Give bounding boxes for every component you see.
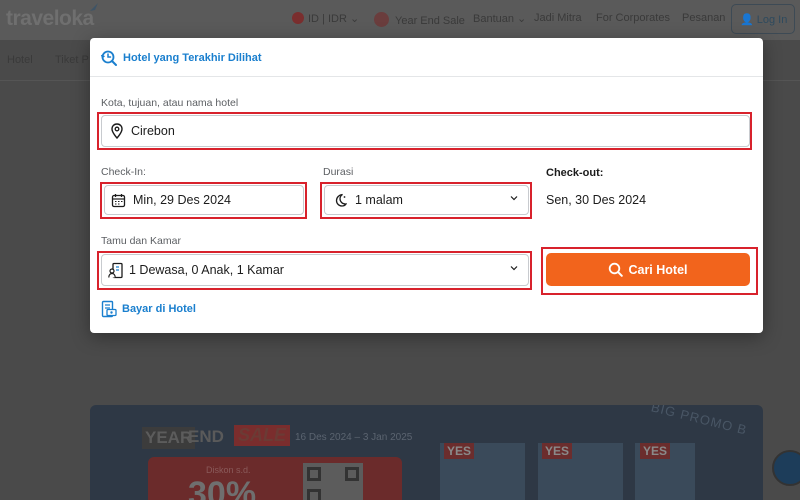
guests-label: Tamu dan Kamar	[101, 235, 181, 247]
help-menu[interactable]: Bantuan ⌄	[473, 12, 526, 25]
guests-rooms-selector[interactable]: 1 Dewasa, 0 Anak, 1 Kamar	[101, 254, 529, 286]
yes-badge: YES	[444, 443, 475, 459]
duration-value: 1 malam	[355, 193, 403, 207]
location-pin-icon	[111, 123, 123, 139]
yes-badge: YES	[542, 443, 573, 459]
subnav-flights[interactable]: Tiket P	[55, 54, 89, 66]
banner-end-text: END	[188, 427, 224, 446]
chevron-down-icon	[510, 266, 518, 271]
duration-label: Durasi	[323, 166, 354, 178]
modal-header-divider	[90, 76, 763, 77]
year-end-sale-banner[interactable]: YEAR END SALE 16 Des 2024 – 3 Jan 2025 D…	[90, 405, 763, 500]
check-out-value: Sen, 30 Des 2024	[546, 193, 647, 207]
duration-select[interactable]: 1 malam	[324, 185, 529, 215]
login-button[interactable]: 👤 Log In	[731, 4, 795, 34]
traveloka-logo[interactable]: traveloka	[6, 7, 94, 31]
currency-selector[interactable]: ID | IDR ⌄	[292, 12, 359, 25]
sale-badge-icon	[374, 12, 389, 27]
guests-rooms-value: 1 Dewasa, 0 Anak, 1 Kamar	[129, 263, 284, 277]
check-out-label: Check-out:	[546, 167, 604, 179]
history-search-icon	[100, 50, 117, 66]
yes-badge: YES	[640, 443, 671, 459]
guests-rooms-icon	[108, 262, 123, 278]
banner-discount-label: Diskon s.d.	[206, 465, 251, 475]
top-header: traveloka ID | IDR ⌄ Year End Sale Bantu…	[0, 0, 800, 40]
qr-code-icon	[303, 463, 363, 500]
search-hotel-label: Cari Hotel	[628, 262, 688, 277]
corporates-link[interactable]: For Corporates	[596, 12, 670, 24]
banner-discount-value: 30%	[188, 475, 257, 500]
recent-hotels-label: Hotel yang Terakhir Dilihat	[123, 52, 262, 64]
check-in-label: Check-In:	[101, 166, 146, 178]
logo-bird-icon	[90, 3, 98, 11]
recent-hotels-link[interactable]: Hotel yang Terakhir Dilihat	[100, 48, 262, 68]
destination-value: Cirebon	[131, 124, 175, 138]
pay-at-hotel-label: Bayar di Hotel	[122, 303, 196, 315]
banner-discount-card	[148, 457, 402, 500]
calendar-icon	[111, 193, 126, 207]
check-in-date-picker[interactable]: Min, 29 Des 2024	[104, 185, 304, 215]
chevron-down-icon	[510, 196, 518, 201]
indonesia-flag-icon	[292, 12, 304, 24]
banner-sale-text: SALE	[234, 425, 291, 446]
moon-icon	[335, 193, 347, 207]
chat-support-icon[interactable]	[772, 450, 800, 486]
year-end-sale-link[interactable]: Year End Sale	[374, 12, 465, 27]
check-in-value: Min, 29 Des 2024	[133, 193, 231, 207]
partner-link[interactable]: Jadi Mitra	[534, 12, 582, 24]
search-hotel-button[interactable]: Cari Hotel	[546, 253, 750, 286]
orders-link[interactable]: Pesanan	[682, 12, 725, 24]
subnav-hotel[interactable]: Hotel	[7, 54, 33, 66]
destination-input[interactable]: Cirebon	[101, 115, 750, 147]
banner-dates: 16 Des 2024 – 3 Jan 2025	[295, 432, 413, 443]
search-icon	[609, 262, 624, 277]
hotel-search-modal: Hotel yang Terakhir Dilihat Kota, tujuan…	[90, 38, 763, 333]
destination-label: Kota, tujuan, atau nama hotel	[101, 97, 239, 109]
user-icon: 👤	[740, 14, 754, 26]
banner-promo-text: BIG PROMO B	[649, 405, 749, 438]
pay-at-hotel-link[interactable]: Bayar di Hotel	[101, 300, 196, 318]
pay-at-hotel-icon	[101, 300, 117, 318]
